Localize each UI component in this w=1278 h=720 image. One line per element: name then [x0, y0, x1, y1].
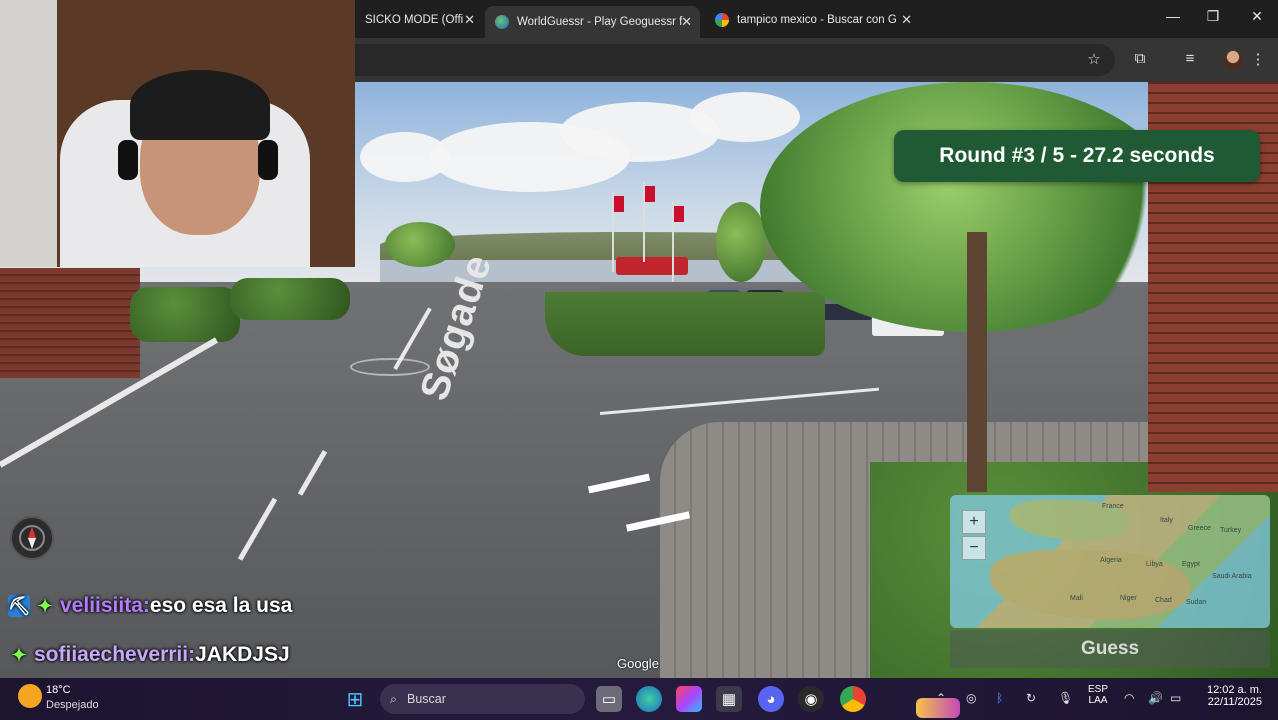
language-sub: LAA	[1088, 695, 1108, 706]
weather-sun-icon[interactable]	[18, 684, 42, 708]
bush	[230, 278, 350, 320]
volume-icon[interactable]: 🔊	[1148, 691, 1163, 705]
hedge	[545, 292, 825, 356]
bluetooth-icon[interactable]: ᛒ	[996, 691, 1003, 705]
map-label: Saudi Arabia	[1212, 573, 1252, 580]
battery-icon[interactable]: ▭	[1170, 691, 1181, 705]
sparkle-icon: ✦	[11, 645, 27, 665]
chat-text: eso esa la usa	[149, 594, 293, 617]
profile-avatar[interactable]	[1223, 50, 1243, 70]
chrome-icon[interactable]	[840, 686, 866, 712]
screen: Søgade SICKO MODE (Offi ✕ WorldGuessr - …	[0, 0, 1278, 720]
clock-date: 22/11/2025	[1207, 696, 1262, 708]
bit-icon: ⛏	[8, 595, 31, 617]
close-tab-icon[interactable]: ✕	[464, 12, 475, 28]
webcam-feed	[0, 0, 355, 267]
language-indicator[interactable]: ESP LAA	[1088, 684, 1108, 706]
map-label: Libya	[1146, 561, 1163, 568]
tab-worldguessr[interactable]: WorldGuessr - Play Geoguessr f ✕	[485, 6, 700, 38]
extensions-icon[interactable]: ⧉	[1129, 50, 1151, 67]
bush	[130, 287, 240, 342]
edge-icon[interactable]	[636, 686, 662, 712]
tab-sicko-mode[interactable]: SICKO MODE (Offi ✕	[355, 6, 483, 34]
tab-google-search[interactable]: tampico mexico - Buscar con G ✕	[705, 6, 920, 34]
headphone-ear	[258, 140, 278, 180]
maximize-button[interactable]: ❐	[1203, 8, 1223, 25]
cloud	[360, 132, 450, 182]
windows-start-icon[interactable]: ⊞	[342, 686, 368, 712]
tree	[385, 222, 455, 267]
map-label: Algeria	[1100, 557, 1122, 564]
tab-title: SICKO MODE (Offi	[365, 14, 464, 26]
red-vehicle	[616, 257, 688, 275]
map-label: Turkey	[1220, 527, 1242, 534]
close-window-button[interactable]: ✕	[1247, 8, 1267, 25]
globe-icon	[495, 15, 509, 29]
tab-title: WorldGuessr - Play Geoguessr f	[517, 16, 683, 28]
map-zoom-in-button[interactable]: +	[962, 510, 986, 534]
address-bar[interactable]	[355, 44, 1115, 76]
cloud	[690, 92, 800, 142]
search-placeholder: Buscar	[407, 692, 446, 706]
tree-trunk	[967, 232, 987, 492]
media-control-icon[interactable]: ≡	[1179, 50, 1201, 67]
close-tab-icon[interactable]: ✕	[681, 14, 692, 30]
flagpole	[612, 192, 624, 272]
compass-icon[interactable]	[10, 516, 54, 560]
search-icon: ⌕	[390, 691, 398, 706]
chat-username: sofiiaecheverrii:	[34, 643, 196, 666]
close-tab-icon[interactable]: ✕	[901, 12, 912, 28]
file-explorer-icon[interactable]: ▭	[596, 686, 622, 712]
flagpole	[643, 182, 655, 262]
clock-time: 12:02 a. m.	[1206, 684, 1262, 696]
obs-icon[interactable]: ◉	[798, 686, 824, 712]
browser-toolbar: ☆ ⧉ ≡ ⋮	[355, 38, 1278, 82]
weather-desc[interactable]: Despejado	[46, 699, 99, 711]
language-code: ESP	[1088, 684, 1109, 695]
sync-icon[interactable]: ↻	[1026, 691, 1036, 705]
guess-button[interactable]: Guess	[950, 630, 1270, 668]
microphone-icon[interactable]: 🎙	[1058, 691, 1073, 705]
weather-temp[interactable]: 18°C	[46, 684, 71, 696]
chat-message: ⛏ ✦ veliisiita: eso esa la usa	[8, 594, 292, 618]
map-zoom-out-button[interactable]: −	[962, 536, 986, 560]
headphone-ear	[118, 140, 138, 180]
tray-app-icon[interactable]: ◎	[966, 691, 976, 705]
discord-icon[interactable]: ◕	[758, 686, 784, 712]
guess-minimap[interactable]: France Italy Greece Turkey Algeria Libya…	[950, 495, 1270, 628]
map-label: Italy	[1160, 517, 1173, 524]
google-icon	[715, 13, 729, 27]
map-label: Sudan	[1186, 599, 1207, 606]
menu-kebab-icon[interactable]: ⋮	[1247, 50, 1269, 68]
map-label: Niger	[1120, 595, 1137, 602]
wifi-icon[interactable]: ◠	[1124, 691, 1134, 705]
flagpole	[672, 202, 684, 282]
store-icon[interactable]: ▦	[716, 686, 742, 712]
clock[interactable]: 12:02 a. m. 22/11/2025	[1198, 684, 1262, 708]
copilot-icon[interactable]	[676, 686, 702, 712]
tab-title: tampico mexico - Buscar con G	[737, 14, 897, 26]
chat-message: ✦ sofiiaecheverrii: JAKDJSJ	[8, 643, 290, 667]
brick-wall-left	[0, 268, 140, 378]
round-timer-badge: Round #3 / 5 - 27.2 seconds	[894, 130, 1260, 182]
taskbar: 18°C Despejado ⊞ ⌕ Buscar ▭ ▦ ◕ ◉ ⌃ ◎ ᛒ …	[0, 678, 1278, 720]
tree	[716, 202, 766, 282]
map-label: France	[1102, 503, 1124, 510]
pano-cursor-ring	[350, 358, 430, 376]
minimize-button[interactable]: —	[1163, 8, 1183, 24]
taskbar-search[interactable]: ⌕ Buscar	[380, 684, 960, 718]
bookmark-star-icon[interactable]: ☆	[1083, 50, 1105, 68]
google-watermark: Google	[617, 656, 659, 671]
cap	[130, 70, 270, 140]
chat-username: veliisiita:	[60, 594, 150, 617]
browser-tab-bar: SICKO MODE (Offi ✕ WorldGuessr - Play Ge…	[355, 0, 1278, 38]
map-label: Greece	[1188, 525, 1211, 532]
chevron-up-icon[interactable]: ⌃	[936, 691, 946, 705]
map-label: Mali	[1070, 595, 1083, 602]
sparkle-icon: ✦	[37, 596, 53, 616]
chat-text: JAKDJSJ	[195, 643, 290, 666]
map-label: Egypt	[1182, 561, 1200, 568]
map-label: Chad	[1155, 597, 1172, 604]
